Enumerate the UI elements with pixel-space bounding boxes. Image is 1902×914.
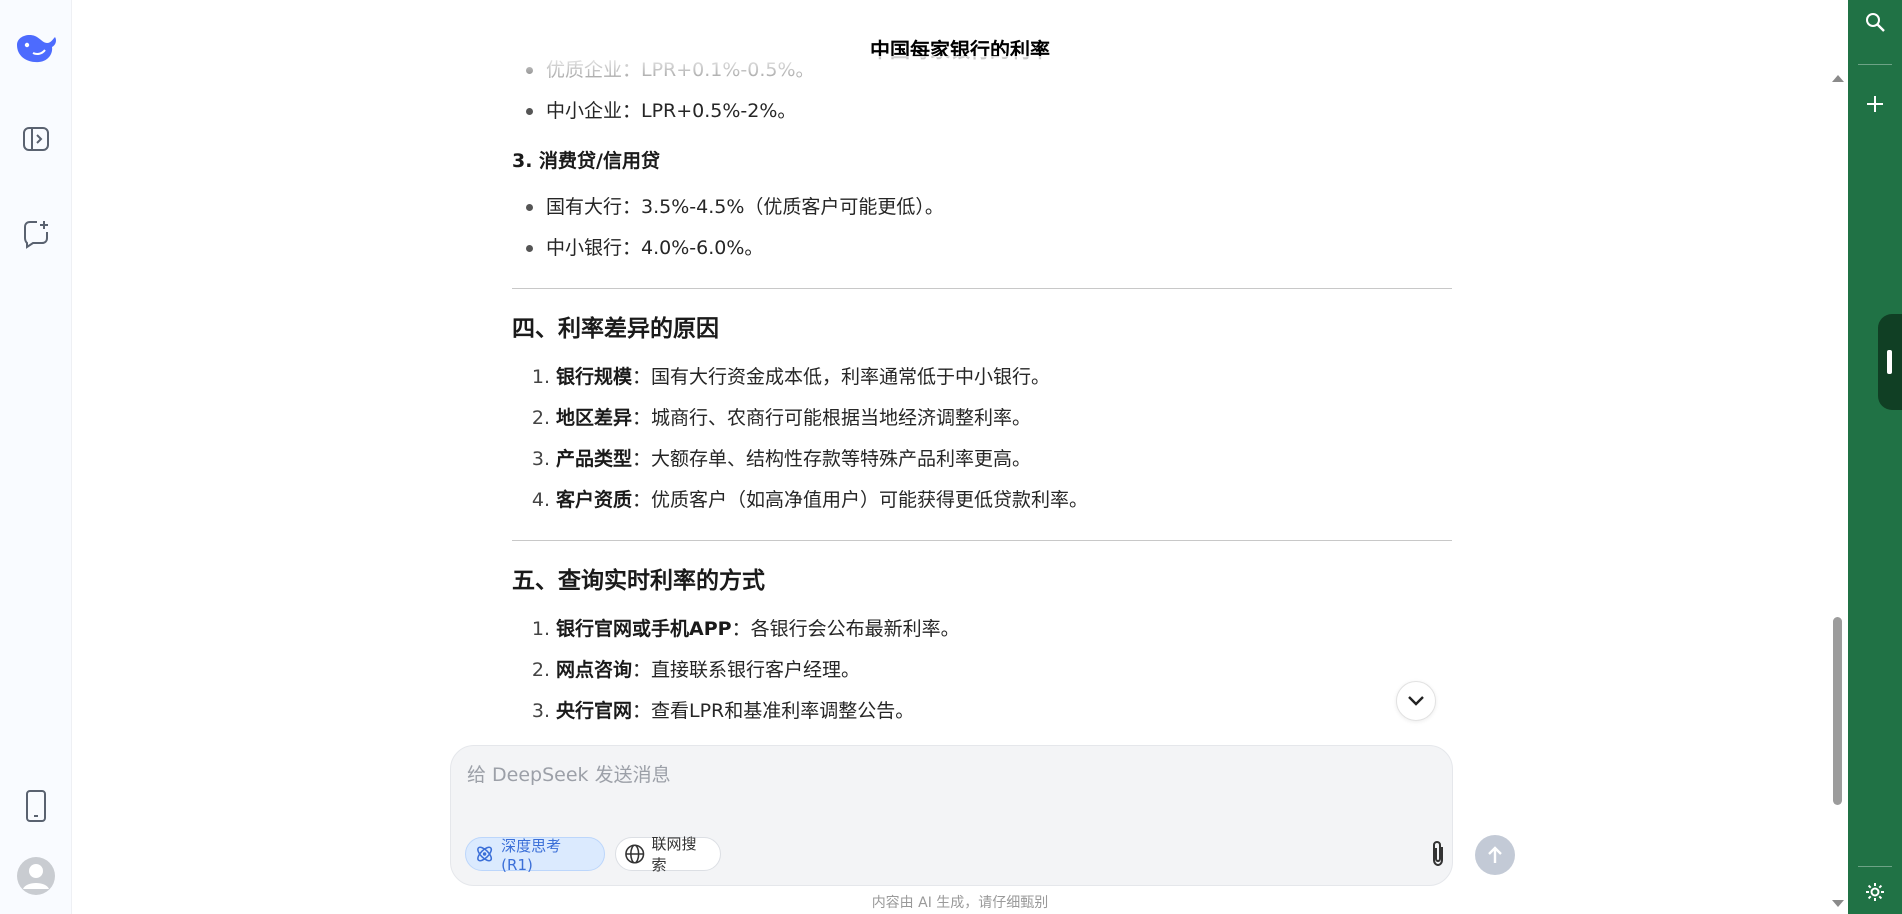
message-composer: 深度思考 (R1) 联网搜索 <box>450 745 1515 886</box>
user-avatar-icon[interactable] <box>12 852 60 900</box>
grip-icon <box>1887 350 1892 374</box>
message-input[interactable] <box>467 760 1427 808</box>
left-sidebar <box>0 0 72 914</box>
app-window: 中国每家银行的利率 优质企业：LPR+0.1%-0.5%。 中小企业：LPR+0… <box>0 0 1902 914</box>
panel-resize-handle[interactable] <box>1878 314 1902 410</box>
consumer-loan-heading: 3. 消费贷/信用贷 <box>512 150 660 172</box>
search-icon[interactable] <box>1848 0 1902 44</box>
deep-think-toggle[interactable]: 深度思考 (R1) <box>465 836 605 874</box>
send-button[interactable] <box>1475 835 1515 875</box>
list-item: 2. 网点咨询：直接联系银行客户经理。 <box>531 659 861 681</box>
chevron-down-icon <box>1408 696 1424 706</box>
new-chat-icon[interactable] <box>12 210 60 258</box>
rate-difference-list: 1. 银行规模：国有大行资金成本低，利率通常低于中小银行。 2. 地区差异：城商行、… <box>520 363 1452 514</box>
list-item: 1. 银行官网或手机APP：各银行会公布最新利率。 <box>531 618 960 640</box>
paperclip-icon <box>1433 840 1443 867</box>
plus-icon[interactable] <box>1848 82 1902 126</box>
list-item: 3. 央行官网：查看LPR和基准利率调整公告。 <box>531 700 915 722</box>
scroll-to-bottom-button[interactable] <box>1396 681 1436 721</box>
list-item: 中小银行：4.0%-6.0%。 <box>524 234 1452 262</box>
list-item: 国有大行：3.5%-4.5%（优质客户可能更低）。 <box>524 193 1452 221</box>
scrollbar-thumb[interactable] <box>1833 617 1842 805</box>
section-heading-4: 四、利率差异的原因 <box>512 316 719 342</box>
divider <box>512 540 1452 541</box>
web-search-label: 联网搜索 <box>651 835 697 874</box>
list-item: 1. 银行规模：国有大行资金成本低，利率通常低于中小银行。 <box>531 366 1051 388</box>
phone-icon[interactable] <box>12 782 60 830</box>
assistant-message: 优质企业：LPR+0.1%-0.5%。 中小企业：LPR+0.5%-2%。 3.… <box>512 56 1452 746</box>
list-item: 优质企业：LPR+0.1%-0.5%。 <box>524 56 1452 84</box>
deepseek-logo-icon[interactable] <box>12 24 60 72</box>
right-side-panel <box>1848 0 1902 914</box>
section-heading-5: 五、查询实时利率的方式 <box>512 568 765 594</box>
divider <box>512 288 1452 289</box>
arrow-up-icon <box>1488 846 1502 863</box>
gear-icon[interactable] <box>1848 870 1902 914</box>
atom-icon <box>477 846 493 862</box>
attach-file-button[interactable] <box>1423 836 1453 872</box>
deep-think-label: 深度思考 (R1) <box>501 836 562 874</box>
enterprise-loan-list: 优质企业：LPR+0.1%-0.5%。 中小企业：LPR+0.5%-2%。 <box>524 56 1452 125</box>
divider <box>1858 866 1892 867</box>
query-method-list: 1. 银行官网或手机APP：各银行会公布最新利率。 2. 网点咨询：直接联系银行客户… <box>520 615 1452 725</box>
list-item: 2. 地区差异：城商行、农商行可能根据当地经济调整利率。 <box>531 407 1032 429</box>
globe-icon <box>625 844 645 864</box>
list-item: 3. 产品类型：大额存单、结构性存款等特殊产品利率更高。 <box>531 448 1032 470</box>
divider <box>1858 64 1892 65</box>
list-item: 中小企业：LPR+0.5%-2%。 <box>524 97 1452 125</box>
web-search-toggle[interactable]: 联网搜索 <box>615 835 721 874</box>
chat-main: 中国每家银行的利率 优质企业：LPR+0.1%-0.5%。 中小企业：LPR+0… <box>72 0 1848 914</box>
consumer-loan-list: 国有大行：3.5%-4.5%（优质客户可能更低）。 中小银行：4.0%-6.0%… <box>524 193 1452 262</box>
scroll-down-arrow[interactable] <box>1832 900 1844 907</box>
sidebar-toggle-icon[interactable] <box>12 115 60 163</box>
scroll-up-arrow[interactable] <box>1832 75 1844 82</box>
ai-disclaimer: 内容由 AI 生成，请仔细甄别 <box>871 895 1049 911</box>
list-item: 4. 客户资质：优质客户（如高净值用户）可能获得更低贷款利率。 <box>531 489 1089 511</box>
